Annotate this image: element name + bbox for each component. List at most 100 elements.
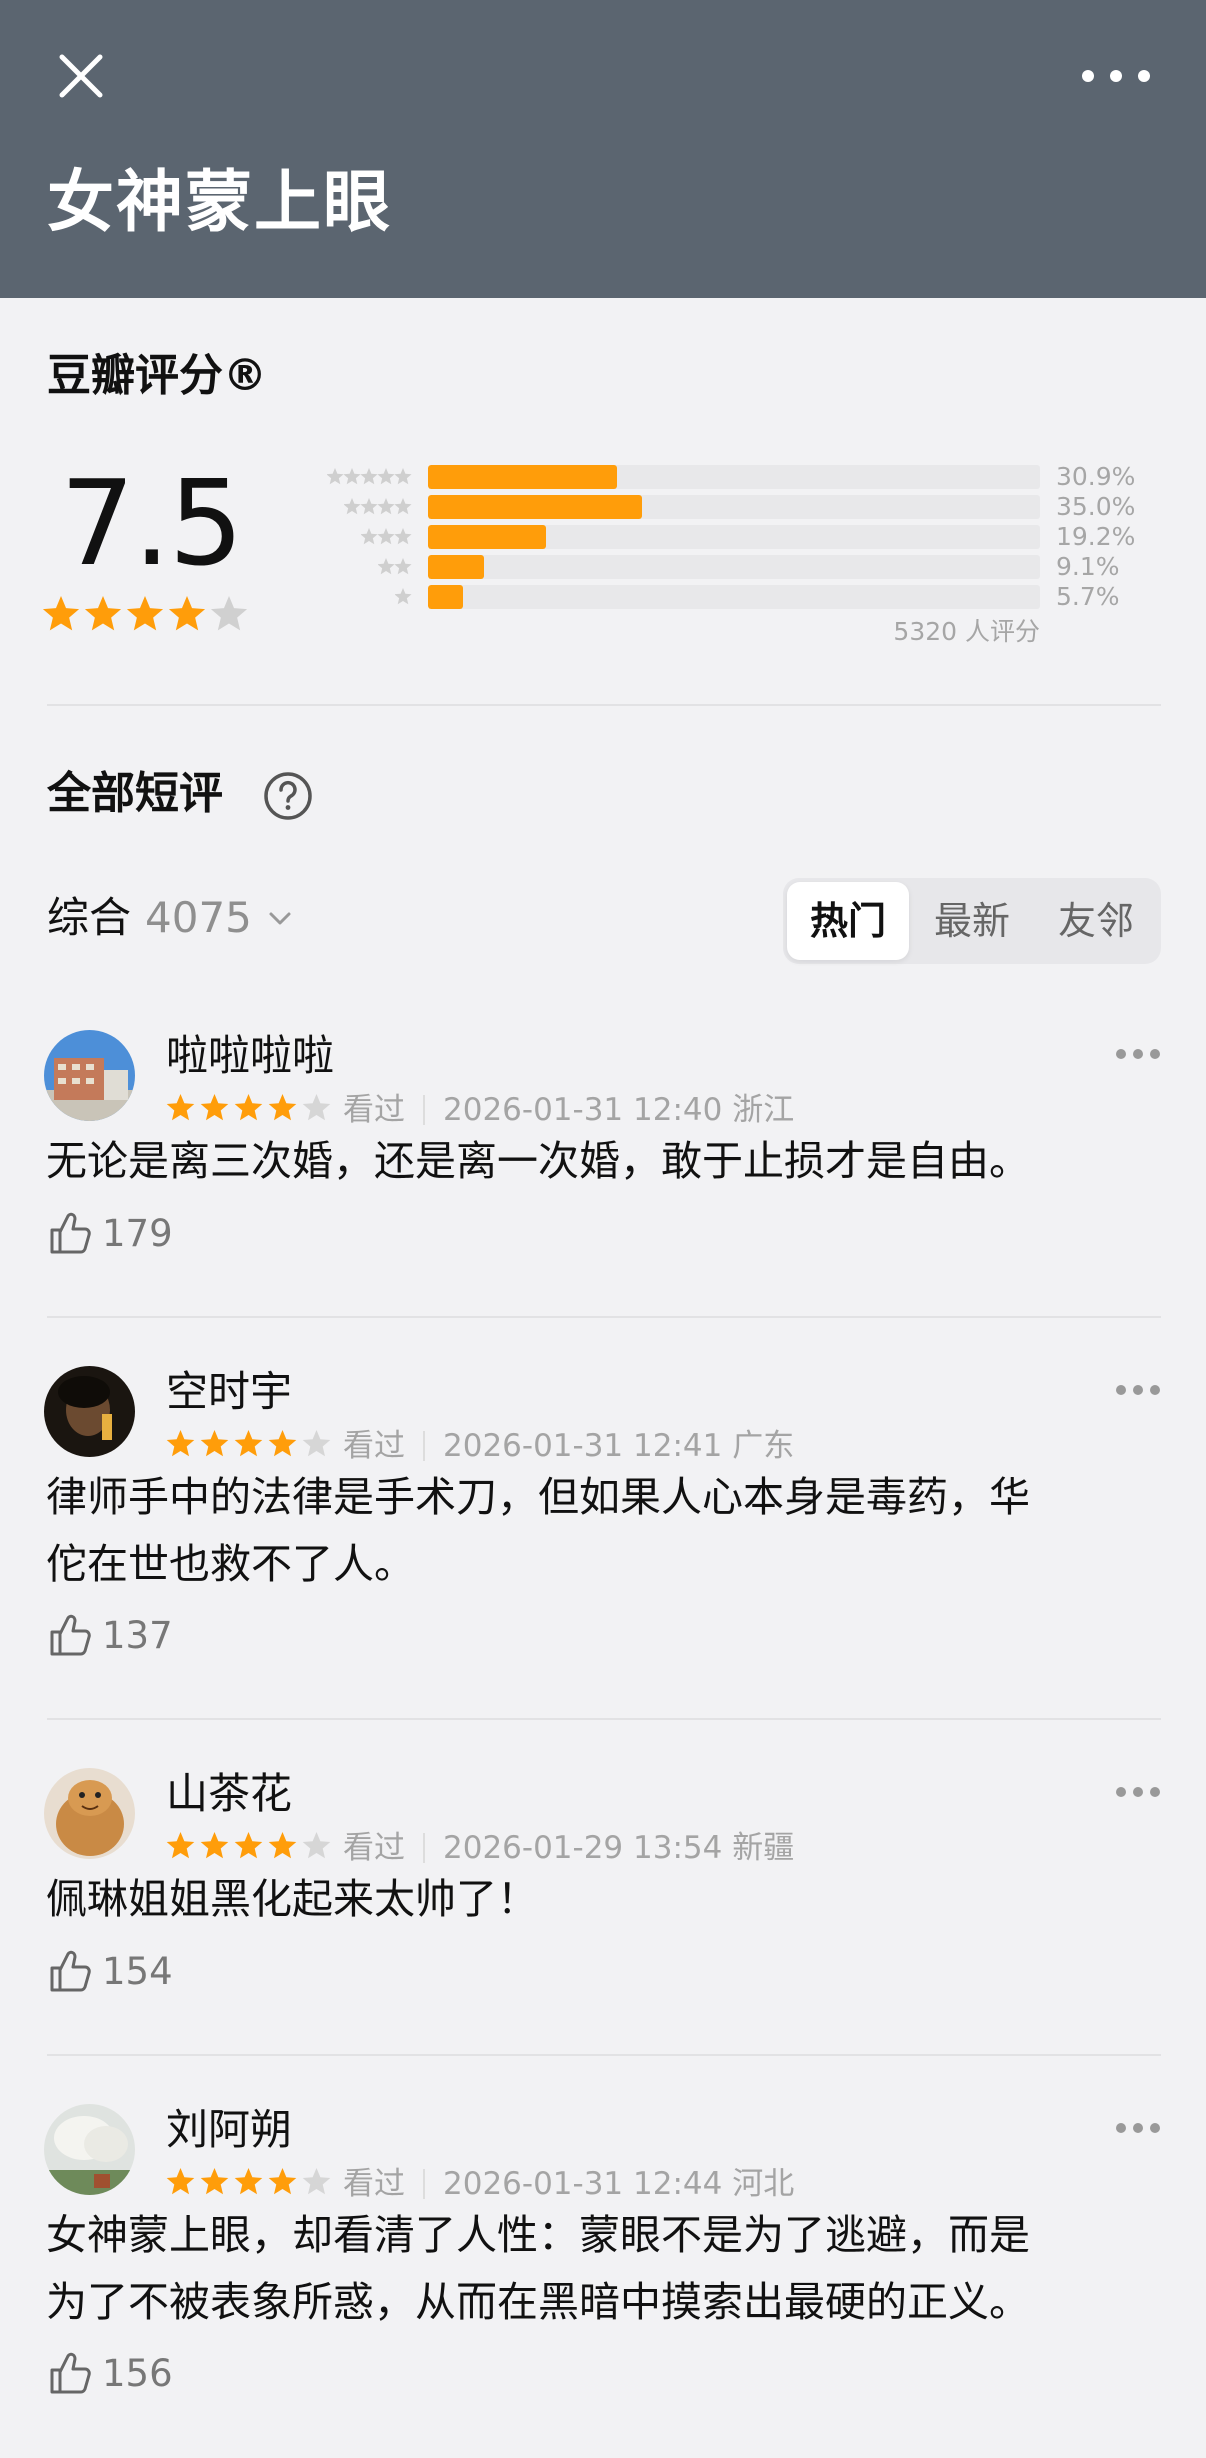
username[interactable]: 山茶花 bbox=[166, 1766, 292, 1822]
avatar[interactable] bbox=[44, 2104, 135, 2195]
comment-stars bbox=[166, 1430, 331, 1457]
star-empty-icon bbox=[302, 2168, 331, 2195]
rating-distribution: 30.9% 35.0% 19.2% 9.1% 5.7% bbox=[270, 462, 1150, 622]
star-filled-icon bbox=[200, 1832, 229, 1859]
star-filled-icon bbox=[200, 1094, 229, 1121]
username[interactable]: 刘阿朔 bbox=[166, 2102, 292, 2158]
close-icon[interactable] bbox=[50, 45, 112, 107]
star-gray-icon bbox=[344, 498, 361, 515]
distribution-bar-track bbox=[428, 585, 1040, 609]
comment-count: 4075 bbox=[145, 893, 252, 942]
tab-friends[interactable]: 友邻 bbox=[1035, 882, 1157, 960]
star-filled-icon bbox=[234, 1094, 263, 1121]
thumbs-up-icon bbox=[50, 1950, 91, 1992]
star-empty-icon bbox=[210, 596, 248, 631]
comment-meta: 看过 2026-01-31 12:44 河北 bbox=[343, 2164, 794, 2204]
meta-separator bbox=[423, 1833, 425, 1863]
comment-meta: 看过 2026-01-31 12:41 广东 bbox=[343, 1426, 794, 1466]
star-empty-icon bbox=[302, 1832, 331, 1859]
thumbs-up-icon bbox=[50, 2352, 91, 2394]
star-gray-icon bbox=[394, 528, 412, 545]
tab-hot[interactable]: 热门 bbox=[787, 882, 909, 960]
distribution-row: 5.7% bbox=[270, 582, 1150, 612]
comment-datetime: 2026-01-31 12:44 河北 bbox=[443, 2166, 795, 2202]
distribution-bar-track bbox=[428, 525, 1040, 549]
distribution-percent: 19.2% bbox=[1056, 522, 1136, 551]
star-gray-icon bbox=[395, 588, 412, 605]
star-filled-icon bbox=[200, 2168, 229, 2195]
distribution-percent: 9.1% bbox=[1056, 552, 1120, 581]
score-stars bbox=[42, 596, 248, 631]
divider bbox=[47, 704, 1161, 706]
meta-separator bbox=[423, 2169, 425, 2199]
question-circle-icon[interactable] bbox=[262, 770, 314, 822]
like-button[interactable]: 179 bbox=[48, 1208, 173, 1258]
star-gray-icon bbox=[378, 558, 395, 575]
star-filled-icon bbox=[268, 2168, 297, 2195]
sort-dropdown[interactable]: 综合 4075 bbox=[47, 888, 294, 948]
like-count: 154 bbox=[102, 1949, 173, 1993]
distribution-bar-fill bbox=[428, 555, 484, 579]
more-dots-icon[interactable] bbox=[1076, 58, 1156, 94]
comment-text-line: 为了不被表象所惑，从而在黑暗中摸索出最硬的正义。 bbox=[46, 2278, 1030, 2326]
star-gray-icon bbox=[361, 528, 378, 545]
page-title: 女神蒙上眼 bbox=[47, 163, 392, 241]
avatar[interactable] bbox=[44, 1366, 135, 1457]
comment-stars bbox=[166, 1832, 331, 1859]
watch-status: 看过 bbox=[343, 2166, 405, 2202]
avatar[interactable] bbox=[44, 1030, 135, 1121]
tab-latest[interactable]: 最新 bbox=[911, 882, 1033, 960]
avatar[interactable] bbox=[44, 1768, 135, 1859]
distribution-row: 19.2% bbox=[270, 522, 1150, 552]
comment-stars bbox=[166, 2168, 331, 2195]
like-button[interactable]: 154 bbox=[48, 1946, 173, 1996]
comment-meta: 看过 2026-01-29 13:54 新疆 bbox=[343, 1828, 794, 1868]
username[interactable]: 空时宇 bbox=[166, 1364, 292, 1420]
star-filled-icon bbox=[84, 596, 122, 631]
comment-text: 佩琳姐姐黑化起来太帅了！ bbox=[46, 1866, 1126, 1933]
distribution-row: 30.9% bbox=[270, 462, 1150, 492]
distribution-bar-fill bbox=[428, 525, 546, 549]
sort-label: 综合 bbox=[47, 893, 132, 942]
more-dots-icon[interactable] bbox=[1114, 1785, 1162, 1799]
comment-datetime: 2026-01-29 13:54 新疆 bbox=[443, 1830, 795, 1866]
like-count: 156 bbox=[102, 2351, 173, 2395]
more-dots-icon[interactable] bbox=[1114, 1047, 1162, 1061]
distribution-bar-fill bbox=[428, 585, 463, 609]
chevron-down-icon bbox=[269, 912, 291, 925]
watch-status: 看过 bbox=[343, 1428, 405, 1464]
comment-text-line: 女神蒙上眼，却看清了人性：蒙眼不是为了逃避，而是 bbox=[46, 2211, 1030, 2259]
watch-status: 看过 bbox=[343, 1830, 405, 1866]
star-gray-icon bbox=[360, 498, 378, 515]
star-gray-icon bbox=[377, 528, 395, 545]
all-comments-title: 全部短评 bbox=[47, 768, 223, 819]
star-filled-icon bbox=[166, 2168, 195, 2195]
star-gray-icon bbox=[394, 498, 412, 515]
comment-text-line: 无论是离三次婚，还是离一次婚，敢于止损才是自由。 bbox=[46, 1137, 1030, 1185]
distribution-bar-fill bbox=[428, 465, 618, 489]
meta-separator bbox=[423, 1431, 425, 1461]
distribution-percent: 5.7% bbox=[1056, 582, 1120, 611]
more-dots-icon[interactable] bbox=[1114, 2121, 1162, 2135]
star-filled-icon bbox=[200, 1430, 229, 1457]
meta-separator bbox=[423, 1095, 425, 1125]
comment-text-line: 佩琳姐姐黑化起来太帅了！ bbox=[46, 1875, 538, 1923]
distribution-bar-track bbox=[428, 555, 1040, 579]
distribution-stars bbox=[395, 588, 412, 605]
watch-status: 看过 bbox=[343, 1092, 405, 1128]
like-button[interactable]: 137 bbox=[48, 1610, 173, 1660]
star-filled-icon bbox=[168, 596, 206, 631]
star-gray-icon bbox=[394, 558, 412, 575]
star-filled-icon bbox=[166, 1430, 195, 1457]
divider bbox=[47, 1316, 1161, 1318]
thumbs-up-icon bbox=[50, 1212, 91, 1254]
distribution-stars bbox=[344, 498, 412, 515]
username[interactable]: 啦啦啦啦 bbox=[166, 1028, 334, 1084]
comment-meta: 看过 2026-01-31 12:40 浙江 bbox=[343, 1090, 794, 1130]
rating-score: 7.5 bbox=[60, 454, 244, 592]
like-button[interactable]: 156 bbox=[48, 2348, 173, 2398]
top-bar: 女神蒙上眼 bbox=[0, 0, 1206, 298]
like-count: 179 bbox=[102, 1211, 173, 1255]
comment-text-line: 律师手中的法律是手术刀，但如果人心本身是毒药，华 bbox=[46, 1473, 1030, 1521]
more-dots-icon[interactable] bbox=[1114, 1383, 1162, 1397]
